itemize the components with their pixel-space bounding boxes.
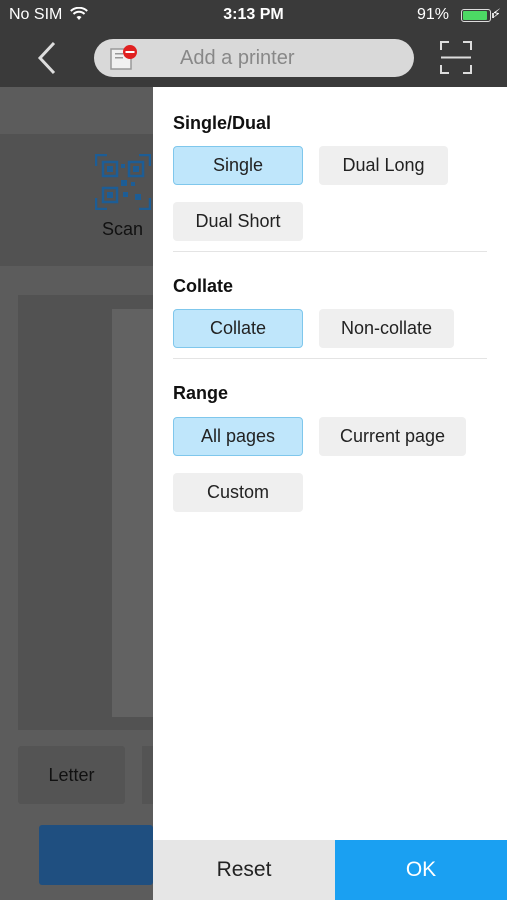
section-title-single-dual: Single/Dual (173, 113, 272, 133)
ok-button[interactable]: OK (335, 840, 507, 900)
scan-frame-icon[interactable] (440, 41, 472, 74)
back-chevron-icon[interactable] (32, 40, 62, 76)
add-printer-field[interactable]: Add a printer (94, 39, 414, 77)
battery-icon (461, 9, 494, 22)
charging-icon: ⚡ (491, 6, 501, 21)
section-title-range: Range (173, 383, 229, 403)
preview-paper (112, 309, 153, 717)
divider (173, 251, 487, 252)
qr-code-icon (95, 154, 151, 210)
nav-bar: Add a printer (0, 30, 507, 87)
search-placeholder: Add a printer (180, 47, 295, 69)
option-dual-long[interactable]: Dual Long (319, 146, 448, 185)
top-bar: No SIM 3:13 PM 91% ⚡ Add a printer (0, 0, 507, 87)
option-single[interactable]: Single (173, 146, 303, 185)
option-non-collate[interactable]: Non-collate (319, 309, 454, 348)
status-bar: No SIM 3:13 PM 91% ⚡ (0, 0, 507, 30)
paper-size-chip: Letter (18, 746, 125, 804)
option-current-page[interactable]: Current page (319, 417, 466, 456)
screen: No SIM 3:13 PM 91% ⚡ Add a printer Scan … (0, 0, 507, 900)
printer-offline-icon (110, 45, 137, 70)
panel-footer: Reset OK (153, 840, 507, 900)
section-title-collate: Collate (173, 276, 234, 296)
scan-label: Scan (102, 219, 144, 239)
option-custom[interactable]: Custom (173, 473, 303, 512)
second-chip (142, 746, 153, 804)
reset-button[interactable]: Reset (153, 840, 335, 900)
divider (173, 358, 487, 359)
option-collate[interactable]: Collate (173, 309, 303, 348)
print-options-panel: Single/Dual Single Dual Long Dual Short … (153, 87, 507, 900)
option-all-pages[interactable]: All pages (173, 417, 303, 456)
battery-percent: 91% (416, 6, 449, 23)
print-button-dimmed (39, 825, 153, 885)
option-dual-short[interactable]: Dual Short (173, 202, 303, 241)
